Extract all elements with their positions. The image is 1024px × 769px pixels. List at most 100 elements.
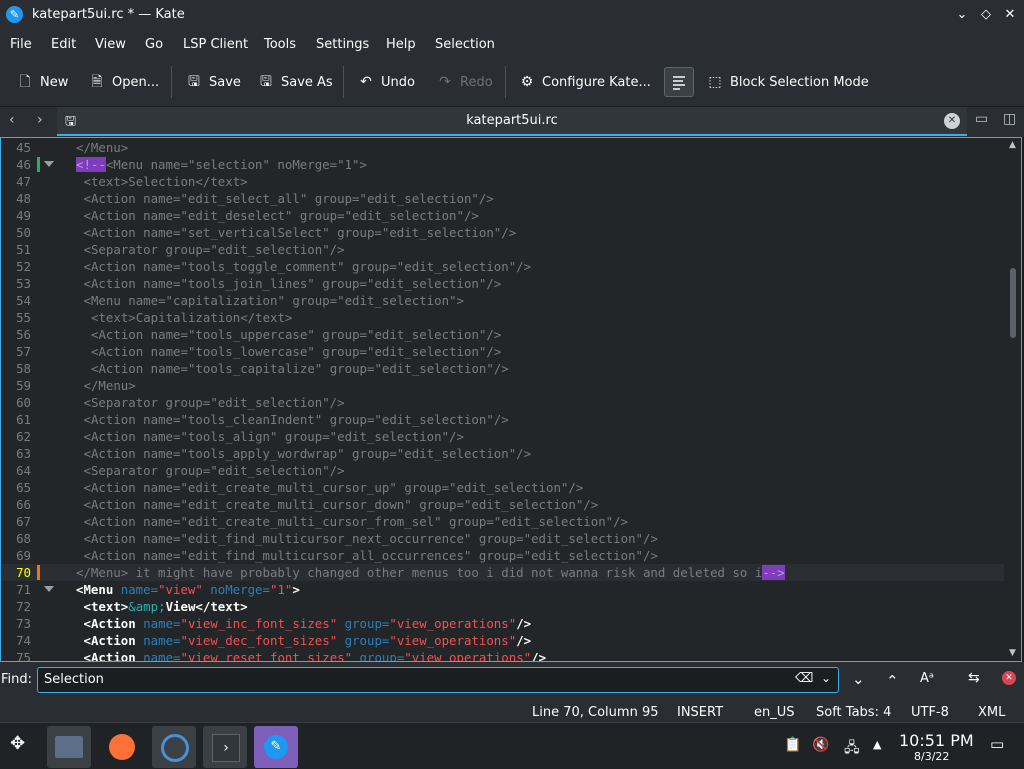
save-button[interactable]: 🖫 Save — [185, 70, 241, 94]
fold-toggle-icon[interactable] — [44, 161, 54, 167]
tab-close-icon[interactable]: ✕ — [944, 113, 960, 129]
code-line[interactable]: 67 <Action name="edit_create_multi_cursor… — [1, 513, 1004, 530]
close-button[interactable]: ✕ — [1000, 5, 1020, 25]
code-line[interactable]: 49 <Action name="edit_deselect" group="ed… — [1, 207, 1004, 224]
history-dropdown-icon[interactable]: ⌄ — [821, 671, 831, 685]
go-back-icon[interactable]: ‹ — [9, 112, 15, 128]
code-line[interactable]: 46 <!--<Menu name="selection" noMerge="1"… — [1, 156, 1004, 173]
task-firefox[interactable] — [100, 726, 144, 768]
code-token: </Menu> — [83, 378, 136, 393]
clock-date[interactable]: 8/3/22 — [914, 750, 949, 763]
clock-time[interactable]: 10:51 PM — [899, 731, 974, 750]
code-line[interactable]: 71 <Menu name="view" noMerge="1"> — [1, 581, 1004, 598]
clear-input-icon[interactable]: ⌫ — [795, 671, 813, 686]
code-line[interactable]: 47 <text>Selection</text> — [1, 173, 1004, 190]
menu-selection[interactable]: Selection — [435, 37, 495, 52]
open-button[interactable]: 🗎 Open... — [88, 70, 159, 94]
scrollbar-thumb[interactable] — [1010, 268, 1016, 338]
fold-toggle-icon[interactable] — [44, 586, 54, 592]
menu-view[interactable]: View — [95, 37, 126, 52]
code-line[interactable]: 50 <Action name="set_verticalSelect" grou… — [1, 224, 1004, 241]
code-text: <Action name="edit_deselect" group="edit… — [84, 207, 479, 224]
code-text: </Menu> it might have probably changed o… — [76, 564, 785, 581]
code-line[interactable]: 57 <Action name="tools_lowercase" group="… — [1, 343, 1004, 360]
code-line[interactable]: 58 <Action name="tools_capitalize" group=… — [1, 360, 1004, 377]
menu-settings[interactable]: Settings — [316, 37, 369, 52]
code-editor[interactable]: ▲ ▼ 45 </Menu> 46 <!--<Menu name="selection… — [0, 137, 1022, 662]
code-line[interactable]: 64 <Separator group="edit_selection"/> — [1, 462, 1004, 479]
maximize-button[interactable]: ◇ — [976, 5, 996, 25]
encoding[interactable]: UTF-8 — [911, 705, 949, 720]
code-line[interactable]: 59 </Menu> — [1, 377, 1004, 394]
volume-muted-icon[interactable]: 🔇 — [812, 737, 829, 753]
tab-katepart5ui[interactable]: 🖫 katepart5ui.rc ✕ — [57, 107, 967, 136]
save-as-button[interactable]: 🖫 Save As — [257, 70, 333, 94]
code-line[interactable]: 53 <Action name="tools_join_lines" group=… — [1, 275, 1004, 292]
menu-tools[interactable]: Tools — [264, 37, 296, 52]
minimize-button[interactable]: ⌄ — [952, 5, 972, 25]
scroll-up-icon[interactable]: ▲ — [1009, 140, 1016, 150]
cursor-position[interactable]: Line 70, Column 95 — [532, 705, 659, 720]
undo-button[interactable]: ↶ Undo — [357, 70, 415, 94]
go-forward-icon[interactable]: › — [37, 112, 43, 128]
split-view-icon[interactable]: ◫ — [1003, 111, 1016, 127]
code-text: <Action name="tools_cleanIndent" group="… — [84, 411, 509, 428]
switch-to-replace-icon[interactable]: ⇆ — [968, 670, 980, 686]
show-hidden-icons-icon[interactable]: ▲ — [873, 738, 881, 751]
menu-go[interactable]: Go — [145, 37, 163, 52]
code-line[interactable]: 68 <Action name="edit_find_multicursor_ne… — [1, 530, 1004, 547]
code-token: <Separator group="edit_selection"/> — [83, 463, 345, 478]
menu-help[interactable]: Help — [386, 37, 416, 52]
line-number: 57 — [16, 344, 31, 359]
code-line[interactable]: 56 <Action name="tools_uppercase" group="… — [1, 326, 1004, 343]
code-line[interactable]: 60 <Separator group="edit_selection"/> — [1, 394, 1004, 411]
redo-button[interactable]: ↷ Redo — [436, 70, 493, 94]
task-chromium[interactable] — [152, 726, 196, 768]
find-input[interactable]: Selection ⌫ ⌄ — [37, 667, 839, 693]
block-selection-button[interactable]: ⬚ Block Selection Mode — [706, 70, 868, 94]
input-mode[interactable]: INSERT — [677, 705, 723, 720]
new-tab-icon[interactable]: ▭ — [975, 111, 988, 127]
network-icon[interactable]: 🖧 — [844, 737, 860, 761]
code-line[interactable]: 69 <Action name="edit_find_multicursor_al… — [1, 547, 1004, 564]
menu-lsp-client[interactable]: LSP Client — [183, 37, 248, 52]
syntax-mode[interactable]: XML — [978, 705, 1005, 720]
code-line[interactable]: 63 <Action name="tools_apply_wordwrap" gr… — [1, 445, 1004, 462]
code-line[interactable]: 66 <Action name="edit_create_multi_cursor… — [1, 496, 1004, 513]
configure-kate-button[interactable]: ⚙ Configure Kate... — [518, 70, 651, 94]
code-line[interactable]: 62 <Action name="tools_align" group="edit… — [1, 428, 1004, 445]
new-button[interactable]: 🗋 New — [16, 70, 68, 94]
task-kate[interactable]: ✎ — [254, 726, 298, 768]
find-next-icon[interactable]: ⌄ — [852, 670, 865, 688]
code-line[interactable]: 45 </Menu> — [1, 139, 1004, 156]
editor-scrollbar[interactable] — [1005, 138, 1021, 661]
code-line[interactable]: 65 <Action name="edit_create_multi_cursor… — [1, 479, 1004, 496]
task-terminal[interactable]: › — [203, 726, 247, 768]
code-line[interactable]: 73 <Action name="view_inc_font_sizes" gro… — [1, 615, 1004, 632]
code-line[interactable]: 51 <Separator group="edit_selection"/> — [1, 241, 1004, 258]
code-line[interactable]: 52 <Action name="tools_toggle_comment" gr… — [1, 258, 1004, 275]
code-line[interactable]: 70 </Menu> it might have probably changed… — [1, 564, 1004, 581]
code-line[interactable]: 72 <text>&amp;View</text> — [1, 598, 1004, 615]
indentation-settings[interactable]: Soft Tabs: 4 — [816, 705, 891, 720]
application-launcher-icon[interactable]: ✥ — [10, 733, 25, 754]
code-line[interactable]: 74 <Action name="view_dec_font_sizes" gro… — [1, 632, 1004, 649]
code-line[interactable]: 54 <Menu name="capitalization" group="edi… — [1, 292, 1004, 309]
close-find-bar-icon[interactable]: ✕ — [1002, 671, 1016, 685]
clipboard-icon[interactable]: 📋 — [784, 737, 801, 753]
show-desktop-icon[interactable]: ▭ — [990, 735, 1004, 753]
line-number: 66 — [16, 497, 31, 512]
code-line[interactable]: 48 <Action name="edit_select_all" group="… — [1, 190, 1004, 207]
match-case-icon[interactable]: Aᵃ — [920, 671, 934, 686]
task-file-manager[interactable] — [47, 726, 91, 768]
scroll-down-icon[interactable]: ▼ — [1009, 648, 1016, 658]
spelling-language[interactable]: en_US — [754, 705, 795, 720]
menu-file[interactable]: File — [10, 37, 32, 52]
code-line[interactable]: 75 <Action name="view_reset_font_sizes" g… — [1, 649, 1004, 661]
find-previous-icon[interactable]: ⌃ — [886, 672, 899, 690]
menu-edit[interactable]: Edit — [51, 37, 76, 52]
code-text: <text>&amp;View</text> — [84, 598, 248, 615]
code-line[interactable]: 61 <Action name="tools_cleanIndent" group… — [1, 411, 1004, 428]
code-line[interactable]: 55 <text>Capitalization</text> — [1, 309, 1004, 326]
dynamic-word-wrap-toggle[interactable] — [664, 67, 694, 97]
